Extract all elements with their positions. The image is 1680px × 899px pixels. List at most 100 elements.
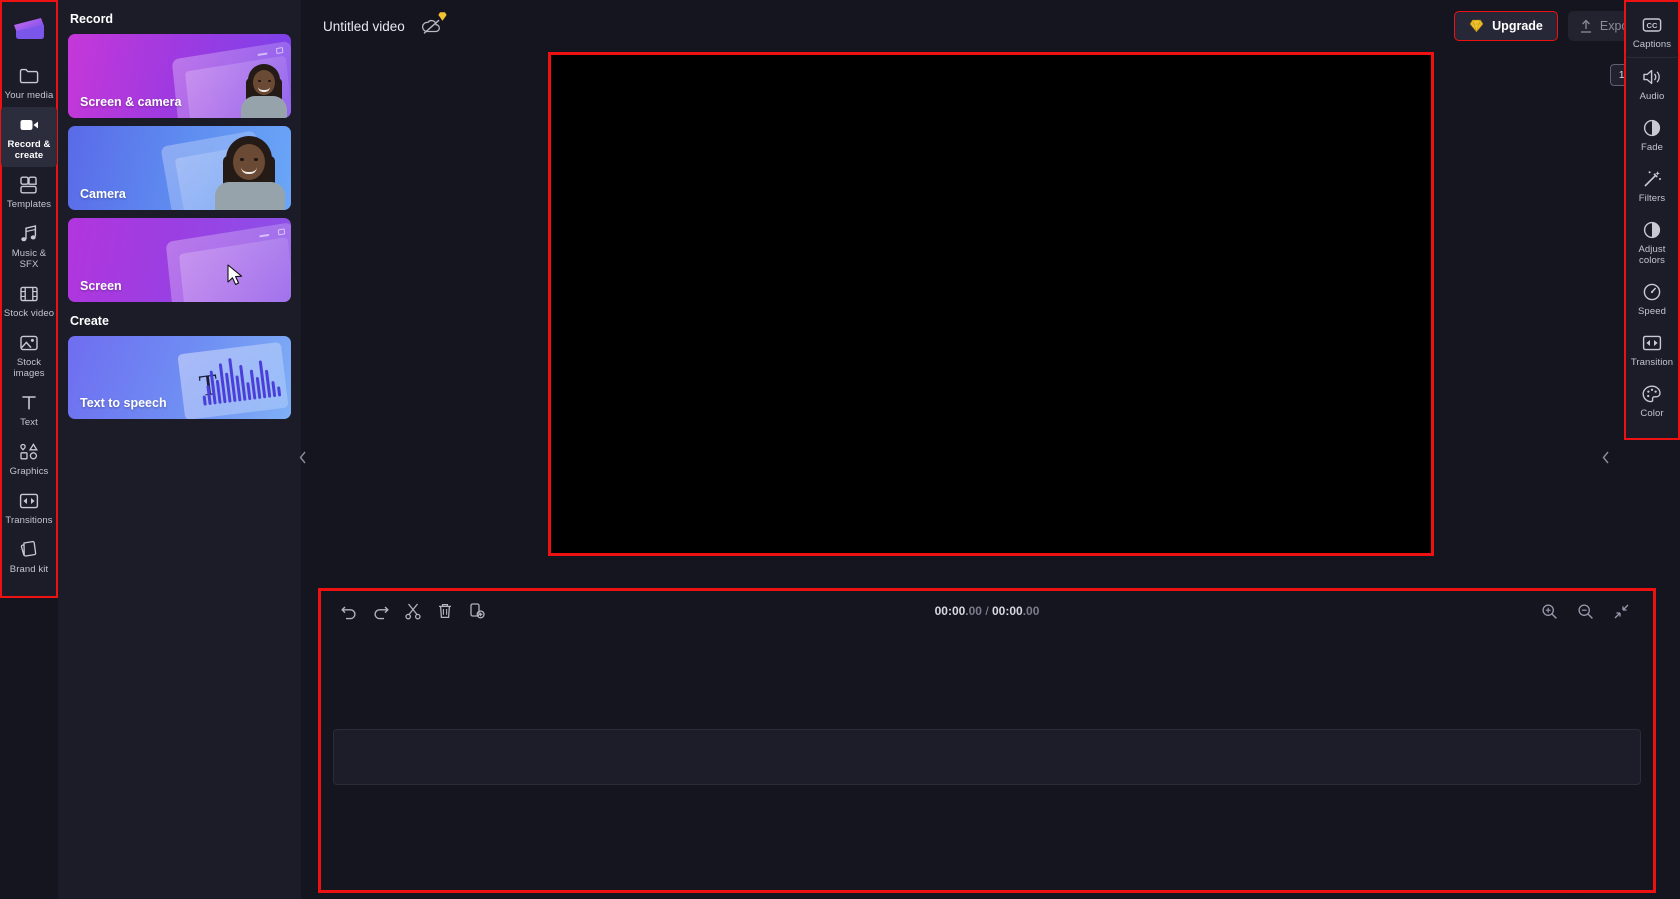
- project-title[interactable]: Untitled video: [323, 19, 405, 34]
- sidebar-item-label: Text: [20, 417, 38, 428]
- diamond-badge-icon: [438, 12, 447, 21]
- upgrade-label: Upgrade: [1492, 19, 1543, 33]
- timecode-display: 00:00.00 / 00:00.00: [321, 604, 1653, 618]
- delete-button[interactable]: [431, 597, 459, 625]
- brand-kit-icon: [20, 540, 37, 557]
- clipchamp-app: Your media Record & create Templates Music …: [0, 0, 1680, 899]
- top-bar: Untitled video Upgrade Export: [301, 0, 1680, 52]
- sidebar-item-label: Stock video: [3, 308, 55, 319]
- right-sidebar-item-audio[interactable]: Audio: [1625, 58, 1679, 109]
- folder-icon: [19, 68, 39, 84]
- shapes-icon: [20, 443, 38, 460]
- right-sidebar-item-transition[interactable]: Transition: [1625, 324, 1679, 375]
- right-sidebar-item-color[interactable]: Color: [1625, 375, 1679, 426]
- contrast-circle-icon: [1641, 219, 1663, 241]
- card-label: Screen: [80, 279, 122, 293]
- sidebar-item-your-media[interactable]: Your media: [1, 58, 57, 107]
- text-t-icon: [18, 392, 40, 414]
- video-camera-icon: [20, 120, 38, 130]
- sidebar-item-templates[interactable]: Templates: [1, 167, 57, 216]
- timeline-track-row[interactable]: [333, 729, 1641, 785]
- zoom-out-button[interactable]: [1571, 597, 1599, 625]
- current-time-frac: .00: [965, 604, 982, 618]
- sidebar-item-stock-images[interactable]: Stock images: [1, 325, 57, 385]
- palette-icon: [1641, 383, 1663, 405]
- zoom-in-button[interactable]: [1535, 597, 1563, 625]
- total-time-frac: .00: [1022, 604, 1040, 618]
- card-camera[interactable]: Camera: [68, 126, 291, 210]
- sidebar-item-label: Templates: [6, 199, 52, 210]
- diamond-icon: [1469, 19, 1484, 33]
- collapse-right-panel-button[interactable]: [1600, 440, 1612, 474]
- sidebar-item-label: Graphics: [9, 466, 49, 477]
- shapes-icon: [18, 441, 40, 463]
- timeline-zoom-controls: [1535, 597, 1639, 625]
- total-time: 00:00: [992, 604, 1023, 618]
- closed-captions-icon: CC: [1641, 14, 1663, 36]
- sidebar-item-label: Brand kit: [9, 564, 49, 575]
- speedometer-icon: [1643, 283, 1661, 301]
- right-sidebar: CC Captions Audio Fade Filters Adjust colors S…: [1624, 0, 1680, 440]
- card-screen-and-camera[interactable]: Screen & camera: [68, 34, 291, 118]
- templates-grid-icon: [20, 176, 37, 194]
- laptop-art: [165, 222, 291, 302]
- speaker-icon: [1643, 69, 1660, 85]
- sidebar-item-record-create[interactable]: Record & create: [1, 107, 57, 167]
- panel-heading-create: Create: [70, 314, 109, 328]
- folder-icon: [18, 65, 40, 87]
- card-screen[interactable]: Screen: [68, 218, 291, 302]
- right-sidebar-item-label: Fade: [1640, 142, 1664, 153]
- sidebar-item-text[interactable]: Text: [1, 385, 57, 434]
- sidebar-item-graphics[interactable]: Graphics: [1, 434, 57, 483]
- undo-button[interactable]: [335, 597, 363, 625]
- sidebar-item-stock-video[interactable]: Stock video: [1, 276, 57, 325]
- right-sidebar-item-captions[interactable]: CC Captions: [1625, 6, 1679, 58]
- transition-icon: [18, 490, 40, 512]
- person-art: [211, 136, 289, 210]
- cloud-off-status[interactable]: [421, 12, 447, 37]
- text-waveform-art: T: [177, 341, 289, 419]
- card-label: Screen & camera: [80, 95, 182, 109]
- chevron-left-icon: [299, 451, 306, 463]
- duplicate-button[interactable]: [463, 597, 491, 625]
- fit-timeline-button[interactable]: [1607, 597, 1635, 625]
- right-sidebar-item-label: Filters: [1638, 193, 1666, 204]
- speaker-icon: [1641, 66, 1663, 88]
- right-sidebar-item-speed[interactable]: Speed: [1625, 273, 1679, 324]
- right-sidebar-item-label: Speed: [1638, 306, 1666, 317]
- sidebar-item-music-sfx[interactable]: Music & SFX: [1, 216, 57, 276]
- record-and-create-panel: Record Screen & camera Camera Screen Cre…: [58, 0, 301, 899]
- split-button[interactable]: [399, 597, 427, 625]
- left-sidebar: Your media Record & create Templates Music …: [0, 0, 58, 598]
- video-preview[interactable]: [547, 52, 1434, 556]
- timeline-tracks[interactable]: [321, 631, 1653, 890]
- right-sidebar-item-fade[interactable]: Fade: [1625, 109, 1679, 160]
- right-sidebar-item-adjust-colors[interactable]: Adjust colors: [1625, 211, 1679, 273]
- timecode-separator: /: [981, 604, 992, 618]
- video-camera-icon: [18, 114, 40, 136]
- transition-icon: [1642, 335, 1662, 351]
- clipchamp-logo[interactable]: [10, 14, 48, 44]
- closed-captions-icon: CC: [1642, 18, 1662, 32]
- right-sidebar-item-filters[interactable]: Filters: [1625, 160, 1679, 211]
- templates-grid-icon: [18, 174, 40, 196]
- fade-circle-icon: [1641, 117, 1663, 139]
- card-text-to-speech[interactable]: T Text to speech: [68, 336, 291, 419]
- timeline: 00:00.00 / 00:00.00: [318, 588, 1656, 893]
- brand-kit-icon: [18, 539, 40, 561]
- transition-icon: [1641, 332, 1663, 354]
- sidebar-item-transitions[interactable]: Transitions: [1, 483, 57, 532]
- right-sidebar-item-label: Color: [1640, 408, 1664, 419]
- transition-icon: [19, 493, 39, 509]
- right-sidebar-item-label: Adjust colors: [1638, 244, 1666, 266]
- sidebar-item-brand-kit[interactable]: Brand kit: [1, 532, 57, 581]
- sidebar-item-label: Stock images: [13, 357, 45, 379]
- panel-heading-record: Record: [70, 12, 114, 26]
- svg-text:CC: CC: [1647, 21, 1658, 30]
- collapse-left-panel-button[interactable]: [297, 440, 309, 474]
- image-icon: [20, 335, 38, 351]
- upgrade-button[interactable]: Upgrade: [1454, 11, 1558, 41]
- person-art: [237, 62, 291, 118]
- film-strip-icon: [20, 286, 38, 302]
- redo-button[interactable]: [367, 597, 395, 625]
